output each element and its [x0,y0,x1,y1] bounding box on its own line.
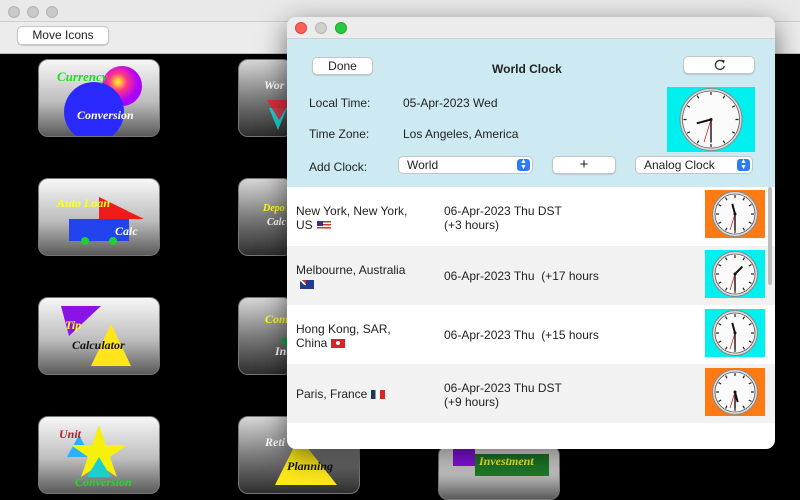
auto-loan-tile[interactable]: Auto Loan Calc [38,178,160,256]
list-item[interactable]: New York, New York, US 06-Apr-2023 Thu D… [287,187,775,246]
local-time-label: Local Time: [309,96,371,110]
world-clock-window: Done World Clock Local Time: 05-Apr-2023… [287,17,775,449]
analog-clock-thumbnail [705,190,765,238]
close-icon[interactable] [8,6,20,18]
australia-flag-icon [300,280,314,289]
minimize-icon[interactable] [315,22,327,34]
minimize-icon[interactable] [27,6,39,18]
done-button[interactable]: Done [312,57,373,75]
analog-clock-thumbnail [705,309,765,357]
investment-tile[interactable]: Investment [438,445,560,500]
currency-conversion-tile[interactable]: Currency Conversion [38,59,160,137]
analog-clock-icon [712,310,758,356]
list-item[interactable]: Melbourne, Australia 06-Apr-2023 Thu (+1… [287,246,775,305]
france-flag-icon [371,390,386,399]
clock-date: 06-Apr-2023 Thu (+17 hours [444,269,599,283]
car-graphic-icon [69,197,144,245]
world-clock-header: Done World Clock Local Time: 05-Apr-2023… [287,17,775,187]
tile-label: Calc [115,224,138,238]
tip-calculator-tile[interactable]: Tip Calculator [38,297,160,375]
analog-clock-thumbnail [705,368,765,416]
tile-label: Tip [65,318,82,332]
world-clock-titlebar [287,17,775,39]
add-clock-label: Add Clock: [309,160,368,174]
city-name: Hong Kong, SAR, China [296,322,391,350]
refresh-button[interactable] [683,56,755,74]
deposit-calc-tile[interactable]: Depo Calc [238,178,293,256]
tile-label: Reti [265,435,285,449]
chevron-up-down-icon: ▲ ▼ [517,158,530,171]
tile-label: Auto Loan [57,196,111,210]
world-graphic-icon [267,100,291,130]
city-name: Melbourne, Australia [296,263,416,291]
compound-interest-tile[interactable]: Com Int [238,297,293,375]
refresh-icon [714,59,725,71]
city-name: Paris, France [296,387,416,401]
interest-graphic-icon [279,338,292,358]
tile-label: Com [265,312,289,326]
zoom-icon[interactable] [335,22,347,34]
clock-date: 06-Apr-2023 Thu DST (+3 hours) [444,204,562,232]
tile-label: Investment [479,454,534,468]
chevron-up-down-icon: ▲ ▼ [737,158,750,171]
list-item[interactable]: Hong Kong, SAR, China 06-Apr-2023 Thu (+… [287,305,775,364]
tip-graphic-icon [61,306,131,366]
zoom-icon[interactable] [46,6,58,18]
local-analog-clock [667,87,755,152]
clock-style-select[interactable]: Analog Clock ▲ ▼ [635,156,753,174]
tile-label: Planning [287,459,334,473]
us-flag-icon [316,221,331,230]
region-select-value: World [407,158,439,172]
analog-clock-icon [712,369,758,415]
city-name: New York, New York, US [296,204,408,232]
tile-label: Conversion [75,475,132,489]
unit-conversion-tile[interactable]: Unit Conversion [38,416,160,494]
tile-label: Wor [264,78,285,92]
close-icon[interactable] [295,22,307,34]
tile-label: Calculator [72,338,125,352]
time-zone-value: Los Angeles, America [403,127,519,141]
region-select[interactable]: World ▲ ▼ [398,156,533,174]
tile-label: Calc [267,217,286,228]
hong-kong-flag-icon [331,339,346,348]
tile-label: Conversion [77,108,134,122]
window-title: World Clock [492,62,562,76]
time-zone-label: Time Zone: [309,127,370,141]
scrollbar[interactable] [768,187,772,285]
clock-date: 06-Apr-2023 Thu DST (+9 hours) [444,381,562,409]
clock-date: 06-Apr-2023 Thu (+15 hours [444,328,599,342]
tile-label: Currency [57,69,108,84]
local-time-value: 05-Apr-2023 Wed [403,96,498,110]
list-item[interactable]: Paris, France 06-Apr-2023 Thu DST (+9 hou… [287,364,775,423]
move-icons-button[interactable]: Move Icons [17,26,109,45]
clock-list[interactable]: New York, New York, US 06-Apr-2023 Thu D… [287,187,775,449]
tile-label: Unit [59,427,82,441]
tile-label: Depo [263,203,285,214]
add-clock-button[interactable]: + [552,156,616,174]
world-clock-tile[interactable]: Wor [238,59,293,137]
clock-style-value: Analog Clock [644,158,715,172]
analog-clock-thumbnail [705,250,765,298]
analog-clock-icon [712,251,758,297]
analog-clock-icon [712,191,758,237]
analog-clock-icon [679,88,743,151]
